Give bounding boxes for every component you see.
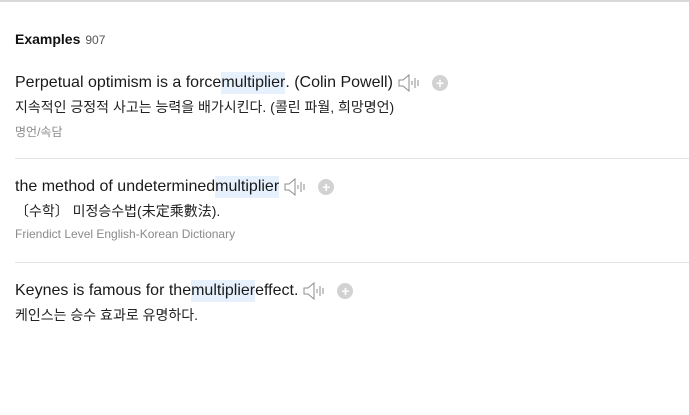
speaker-icon[interactable] [284, 177, 308, 197]
keyword-highlight[interactable]: multiplier [221, 72, 286, 94]
example-translation: 지속적인 긍정적 사고는 능력을 배가시킨다. (콜린 파월, 희망명언) [15, 99, 395, 115]
keyword-highlight[interactable]: multiplier [215, 176, 280, 198]
example-item: Keynes is famous for the multiplier effe… [15, 280, 689, 324]
example-translation: 〔수학〕 미정승수법(未定乘數法). [15, 203, 221, 219]
examples-header: Examples 907 [15, 31, 105, 47]
examples-count: 907 [85, 33, 106, 47]
top-border [0, 0, 689, 2]
sentence-text: Perpetual optimism is a force [15, 74, 222, 91]
keyword-highlight[interactable]: multiplier [191, 280, 256, 302]
add-icon[interactable]: + [337, 283, 354, 299]
example-source[interactable]: Friendict Level English-Korean Dictionar… [15, 227, 689, 241]
add-icon[interactable]: + [431, 75, 448, 91]
example-source[interactable]: 명언/속담 [15, 123, 689, 140]
example-sentence: Perpetual optimism is a force multiplier… [15, 72, 689, 94]
divider [15, 158, 689, 159]
divider [15, 262, 689, 263]
sentence-text: the method of undetermined [15, 178, 216, 195]
speaker-icon[interactable] [398, 73, 422, 93]
sentence-text: effect. [255, 282, 299, 299]
add-icon[interactable]: + [318, 179, 335, 195]
example-sentence: the method of undetermined multiplier + [15, 176, 689, 198]
sentence-text: Keynes is famous for the [15, 282, 192, 299]
speaker-icon[interactable] [303, 281, 327, 301]
section-title: Examples [15, 31, 81, 47]
example-item: Perpetual optimism is a force multiplier… [15, 72, 689, 140]
sentence-text: . (Colin Powell) [285, 74, 393, 91]
example-sentence: Keynes is famous for the multiplier effe… [15, 280, 689, 302]
example-translation: 케인스는 승수 효과로 유명하다. [15, 307, 198, 323]
example-item: the method of undetermined multiplier + … [15, 176, 689, 241]
